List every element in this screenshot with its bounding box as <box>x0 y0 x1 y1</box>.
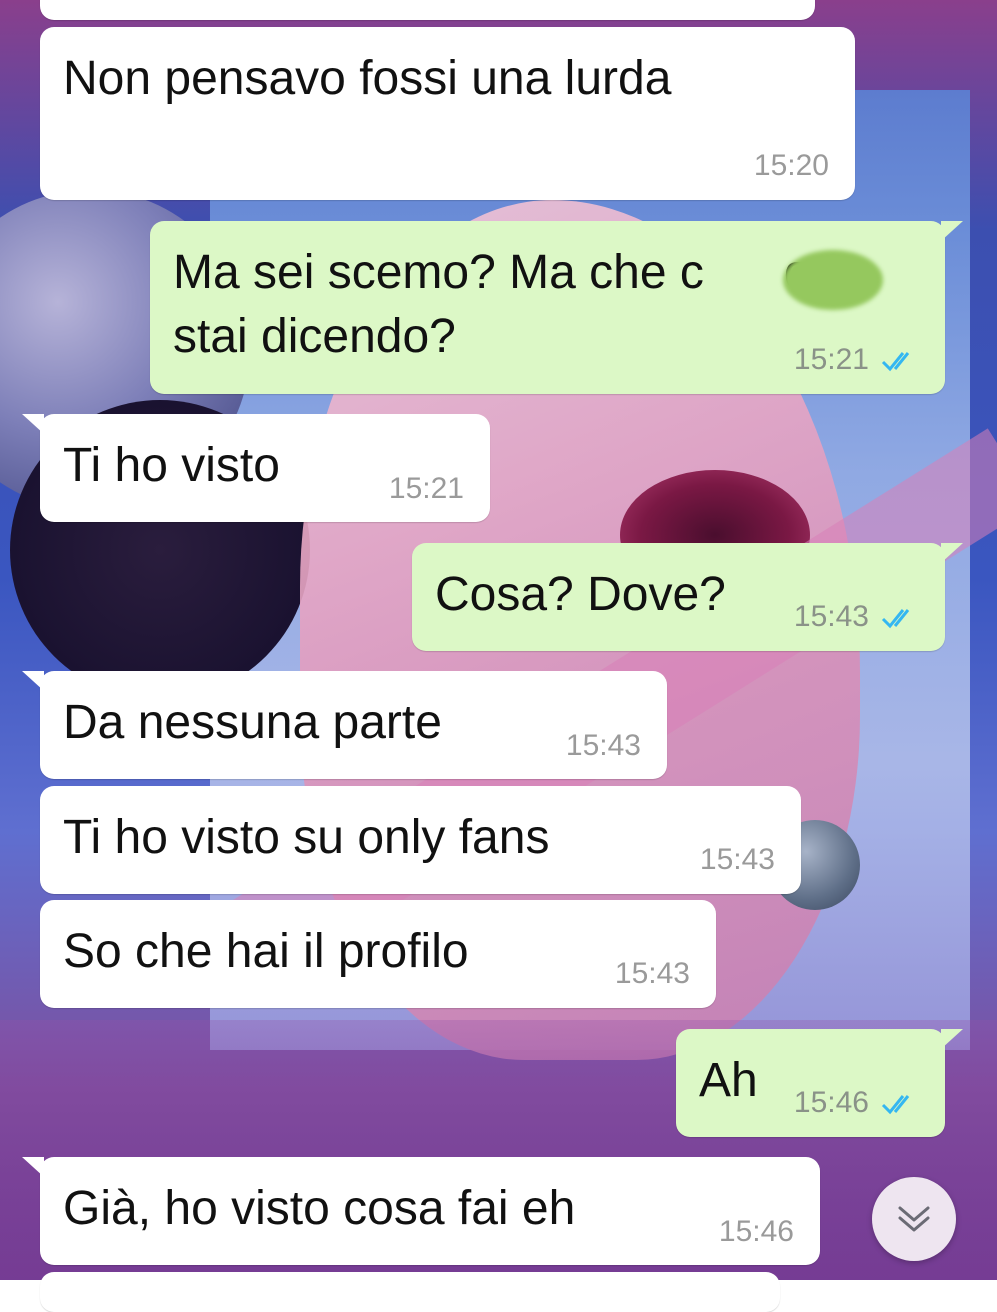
bubble-tail <box>22 671 44 691</box>
message-time: 15:46 <box>718 1215 794 1248</box>
message-bubble-partial-bottom[interactable] <box>40 1272 780 1312</box>
bubble-tail <box>941 221 963 241</box>
message-bubble-outgoing[interactable]: Ah 15:46 <box>676 1029 963 1137</box>
message-bubble-incoming[interactable]: Da nessuna parte 15:43 <box>22 671 667 779</box>
message-text: Già, ho visto cosa fai eh <box>63 1182 576 1235</box>
censor-blob <box>783 250 883 310</box>
message-bubble-incoming[interactable]: Ti ho visto 15:21 <box>22 414 490 522</box>
message-time: 15:43 <box>565 729 641 762</box>
message-list[interactable]: Non pensavo fossi una lurda 15:20 Ma sei… <box>0 0 997 1312</box>
double-check-icon <box>881 609 910 629</box>
message-time: 15:21 <box>388 472 464 505</box>
message-bubble-incoming[interactable]: Ti ho visto su only fans 15:43 <box>40 786 801 894</box>
message-text: Ah <box>699 1054 758 1107</box>
message-text: Ma sei scemo? Ma che c o stai dicendo? <box>173 246 811 363</box>
message-time: 15:46 <box>793 1086 869 1119</box>
message-text: Da nessuna parte <box>63 696 442 749</box>
message-time: 15:21 <box>793 343 869 376</box>
message-time: 15:43 <box>793 600 869 633</box>
message-bubble-partial-top[interactable] <box>40 0 815 20</box>
bubble-tail <box>941 1029 963 1049</box>
scroll-to-bottom-button[interactable] <box>872 1177 956 1261</box>
bubble-tail <box>22 414 44 434</box>
message-bubble-outgoing[interactable]: Cosa? Dove? 15:43 <box>412 543 963 651</box>
double-check-icon <box>881 352 910 372</box>
message-text: Cosa? Dove? <box>435 568 726 621</box>
message-bubble-incoming[interactable]: So che hai il profilo 15:43 <box>40 900 716 1008</box>
message-text: So che hai il profilo <box>63 925 469 978</box>
message-time: 15:43 <box>614 957 690 990</box>
message-bubble-outgoing[interactable]: Ma sei scemo? Ma che c o stai dicendo? 1… <box>150 221 963 394</box>
double-check-icon <box>881 1095 910 1115</box>
message-text: Non pensavo fossi una lurda <box>63 52 672 105</box>
message-bubble-incoming[interactable]: Già, ho visto cosa fai eh 15:46 <box>22 1157 820 1265</box>
message-bubble-incoming[interactable]: Non pensavo fossi una lurda 15:20 <box>40 27 855 200</box>
message-time: 15:43 <box>699 843 775 876</box>
message-text: Ti ho visto su only fans <box>63 811 550 864</box>
message-time: 15:20 <box>753 149 829 182</box>
chevron-double-down-icon <box>898 1206 930 1232</box>
bubble-tail <box>22 1157 44 1177</box>
message-text: Ti ho visto <box>63 439 280 492</box>
bubble-tail <box>941 543 963 563</box>
